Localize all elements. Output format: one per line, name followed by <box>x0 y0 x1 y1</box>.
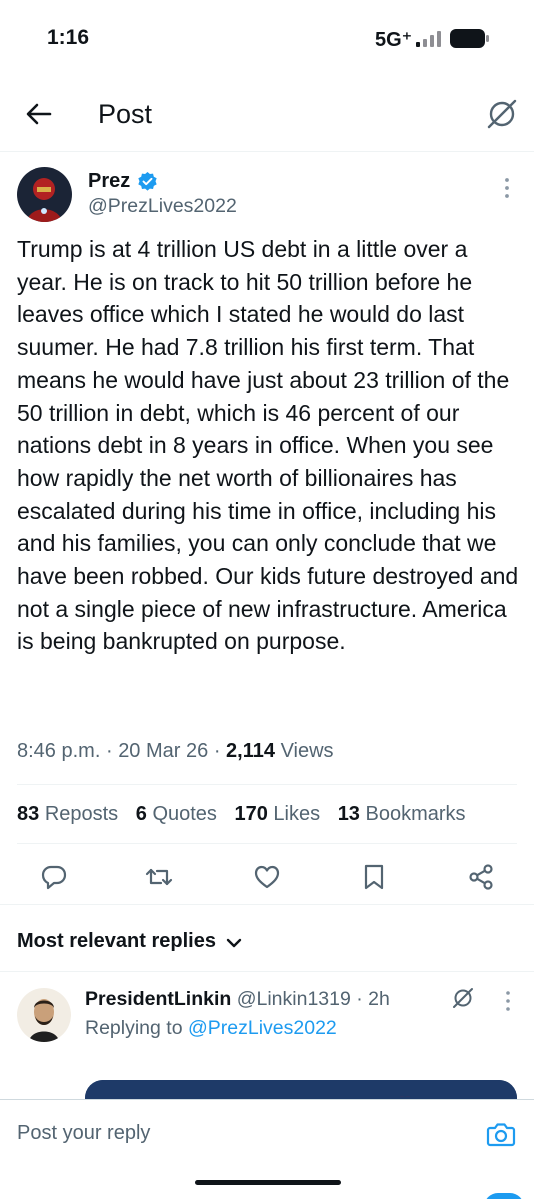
stat-bookmarks[interactable]: 13 Bookmarks <box>338 803 466 825</box>
engagement-stats: 83 Reposts 6 Quotes 170 Likes 13 Bookmar… <box>17 803 478 826</box>
meta-separator: · <box>105 740 113 762</box>
views-label: Views <box>280 740 334 762</box>
compose-fab-partial[interactable] <box>484 1193 524 1199</box>
reply-item[interactable]: PresidentLinkin @Linkin1319 · 2h Replyin… <box>0 972 534 1120</box>
grok-icon[interactable] <box>451 986 475 1010</box>
like-icon[interactable] <box>252 862 282 892</box>
camera-icon[interactable] <box>486 1120 516 1148</box>
chevron-down-icon[interactable] <box>225 934 243 952</box>
arrow-left-icon[interactable] <box>22 97 56 131</box>
bookmark-icon[interactable] <box>359 862 389 892</box>
grok-icon[interactable] <box>485 97 519 131</box>
signal-icon <box>416 31 441 47</box>
stat-reposts[interactable]: 83 Reposts <box>17 803 118 825</box>
tweet-date[interactable]: 20 Mar 26 <box>118 740 208 762</box>
avatar[interactable] <box>17 167 72 222</box>
home-indicator <box>195 1180 341 1185</box>
views-count: 2,114 <box>226 740 275 762</box>
status-time: 1:16 <box>47 26 90 49</box>
reply-icon[interactable] <box>39 862 69 892</box>
tweet-author: Prez @PrezLives2022 <box>0 152 534 230</box>
status-bar: 1:16 5G⁺ <box>0 0 534 75</box>
replies-sort-label[interactable]: Most relevant replies <box>17 930 216 953</box>
network-type: 5G⁺ <box>375 29 413 51</box>
avatar[interactable] <box>17 988 71 1042</box>
share-icon[interactable] <box>466 862 496 892</box>
verified-badge-icon <box>138 171 157 191</box>
reply-author-name[interactable]: PresidentLinkin <box>85 988 231 1010</box>
more-options-icon[interactable] <box>502 990 514 1012</box>
page-title: Post <box>98 99 153 129</box>
reply-header: PresidentLinkin @Linkin1319 · 2h <box>85 988 390 1011</box>
divider <box>0 904 534 905</box>
tweet-text: Trump is at 4 trillion US debt in a litt… <box>17 236 525 655</box>
meta-separator: · <box>213 740 221 762</box>
reply-time: · 2h <box>356 988 390 1010</box>
divider <box>17 843 517 844</box>
tweet-time[interactable]: 8:46 p.m. <box>17 740 100 762</box>
stat-quotes[interactable]: 6 Quotes <box>136 803 217 825</box>
action-bar <box>0 858 534 898</box>
author-handle[interactable]: @PrezLives2022 <box>88 195 237 218</box>
reply-author-handle[interactable]: @Linkin1319 <box>237 988 351 1010</box>
reply-input[interactable]: Post your reply <box>17 1122 150 1145</box>
tweet-meta: 8:46 p.m. · 20 Mar 26 · 2,114 Views <box>17 740 334 763</box>
replying-to-mention[interactable]: @PrezLives2022 <box>188 1017 337 1039</box>
page-header: Post <box>0 75 534 152</box>
battery-icon <box>450 29 489 48</box>
reply-composer: Post your reply <box>0 1099 534 1199</box>
divider <box>17 784 517 785</box>
repost-icon[interactable] <box>144 862 174 892</box>
more-options-icon[interactable] <box>499 176 515 200</box>
replying-to: Replying to @PrezLives2022 <box>85 1017 337 1039</box>
stat-likes[interactable]: 170 Likes <box>234 803 320 825</box>
author-name[interactable]: Prez <box>88 170 130 193</box>
